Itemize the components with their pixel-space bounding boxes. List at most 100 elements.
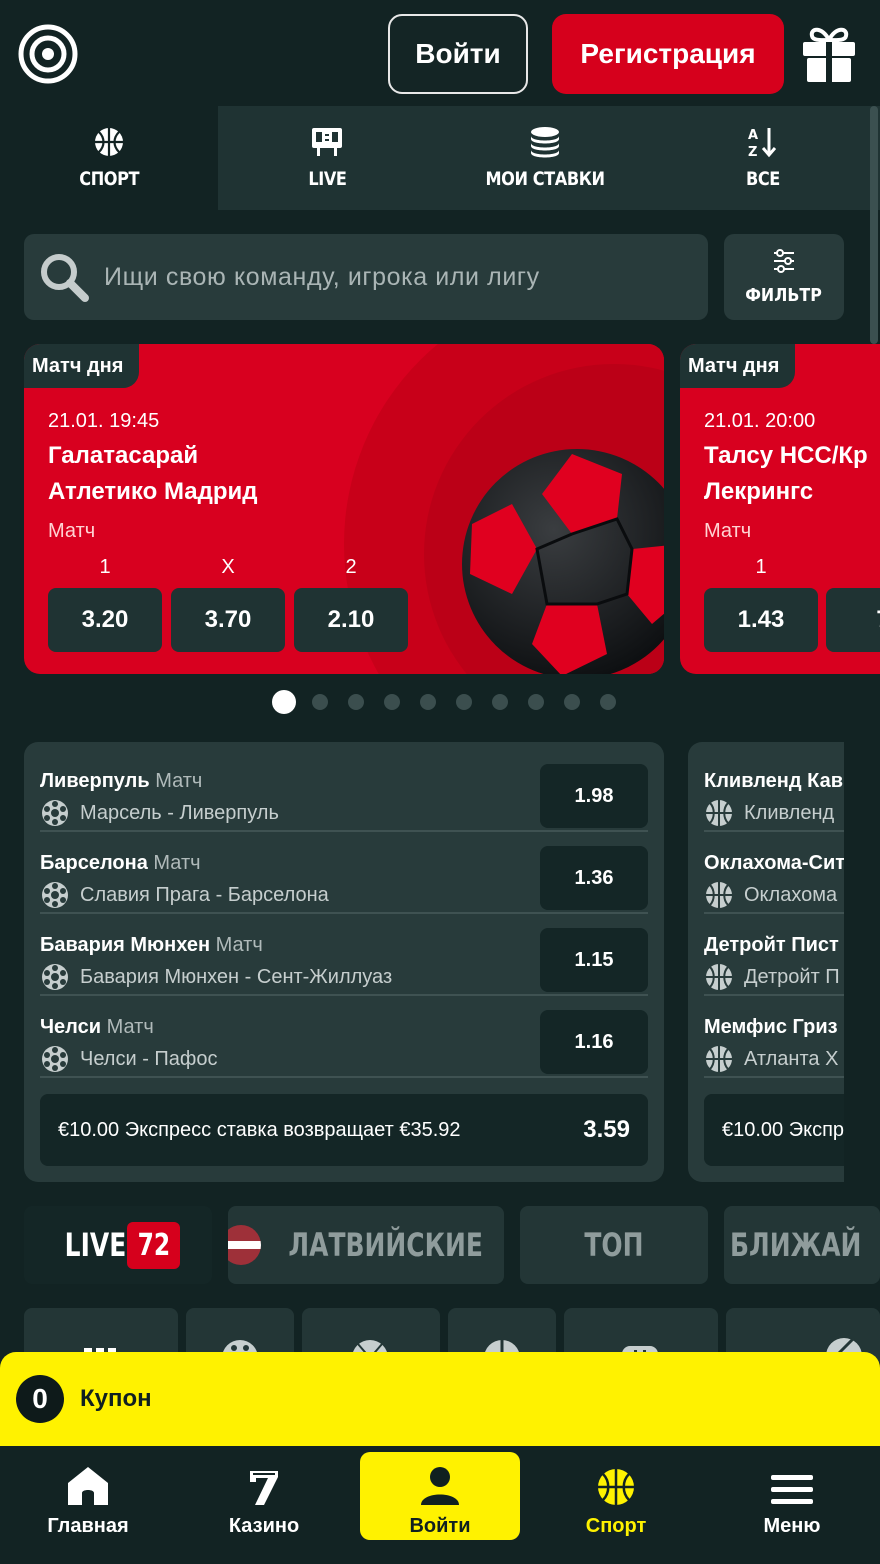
selection-title: Детройт Пист — [704, 934, 839, 956]
selection-title: Ливерпуль Матч — [40, 770, 203, 792]
tab-live[interactable]: LIVE — [218, 106, 436, 210]
carousel-dot[interactable] — [312, 694, 328, 710]
odd-button[interactable]: 1.16 — [540, 1010, 648, 1074]
event-name: Оклахома — [704, 880, 837, 910]
match-of-day-card[interactable]: Матч дня 21.01. 20:00 Талсу НСС/Кр Лекри… — [680, 344, 880, 674]
nav-menu[interactable]: Меню — [712, 1446, 872, 1540]
event-name: Бавария Мюнхен - Сент-Жиллуаз — [40, 962, 392, 992]
live-count-badge: 72 — [126, 1221, 181, 1269]
outcome-label: 2 — [345, 556, 357, 578]
outcome-label: X — [221, 556, 235, 578]
selection-title: Челси Матч — [40, 1016, 154, 1038]
tab-label: LIVE — [307, 168, 347, 190]
football-icon — [42, 882, 68, 908]
basketball-icon — [95, 128, 123, 156]
sort-az-icon: A Z — [748, 128, 777, 158]
parlay-card[interactable]: Ливерпуль Матч Марсель - Ливерпуль 1.98 … — [24, 742, 664, 1182]
tab-my-bets[interactable]: МОИ СТАВКИ — [436, 106, 654, 210]
nav-home[interactable]: Главная — [8, 1446, 168, 1540]
carousel-dot[interactable] — [456, 694, 472, 710]
search-bar[interactable] — [24, 234, 708, 320]
latvia-flag-icon — [228, 1225, 262, 1265]
odd-button[interactable]: 3.20 — [48, 588, 162, 652]
search-icon — [41, 254, 89, 302]
carousel-dot[interactable] — [528, 694, 544, 710]
nav-sport[interactable]: Спорт — [536, 1446, 696, 1540]
svg-text:Z: Z — [748, 145, 757, 158]
parlay-return-text: €10.00 Экспресс ставка возвращает €35.92 — [58, 1118, 461, 1141]
nav-label: Меню — [763, 1515, 821, 1537]
filter-button[interactable]: ФИЛЬТР — [724, 234, 844, 320]
odd-button[interactable]: 1.15 — [540, 928, 648, 992]
tab-all[interactable]: A Z ВСЕ — [654, 106, 872, 210]
parlay-return-text: €10.00 Экспр — [722, 1118, 844, 1141]
event-name: Марсель - Ливерпуль — [40, 798, 279, 828]
selection-title: Оклахома-Сит — [704, 852, 844, 874]
carousel-dot[interactable] — [420, 694, 436, 710]
match-of-day-badge: Матч дня — [680, 344, 796, 388]
parlay-card[interactable]: Кливленд Кав Кливленд Оклахома-Сит Оклах… — [688, 742, 844, 1182]
basketball-icon — [706, 1046, 732, 1072]
carousel-dot[interactable] — [384, 694, 400, 710]
nav-casino[interactable]: Казино — [184, 1446, 344, 1540]
bottom-nav: Главная Казино Войти Спорт Меню — [0, 1446, 880, 1564]
match-of-day-card[interactable]: Матч дня 21.01. 19:45 Галатасарай Атлети… — [24, 344, 664, 674]
chip-top-label: ТОП — [584, 1226, 644, 1264]
chip-nearest[interactable]: БЛИЖАЙ — [724, 1206, 880, 1284]
carousel-dot[interactable] — [272, 690, 296, 714]
event-name: Славия Прага - Барселона — [40, 880, 329, 910]
gift-icon[interactable] — [800, 24, 858, 84]
market-label: Матч — [48, 520, 96, 542]
login-button[interactable]: Войти — [388, 14, 528, 94]
nav-label: Войти — [409, 1515, 471, 1537]
carousel-dot[interactable] — [348, 694, 364, 710]
event-name: Кливленд — [704, 798, 834, 828]
selection-title: Мемфис Гриз — [704, 1016, 838, 1038]
tab-sport[interactable]: СПОРТ — [0, 106, 218, 210]
filter-label: ФИЛЬТР — [745, 284, 823, 306]
football-icon — [42, 800, 68, 826]
match-date: 21.01. 20:00 — [704, 410, 816, 432]
logo-icon[interactable] — [18, 24, 78, 84]
carousel-dot[interactable] — [600, 694, 616, 710]
odd-button[interactable]: 1.43 — [704, 588, 818, 652]
nav-login[interactable]: Войти — [360, 1452, 520, 1540]
chip-latvian[interactable]: ЛАТВИЙСКИЕ — [228, 1206, 504, 1284]
coin-stack-icon — [531, 127, 559, 158]
basketball-icon — [598, 1469, 634, 1505]
menu-icon — [771, 1475, 813, 1504]
chip-live-label: LIVE — [64, 1226, 126, 1264]
parlay-row: Детройт Пист Детройт П — [704, 914, 844, 996]
odd-button[interactable]: 2.10 — [294, 588, 408, 652]
top-tabs: СПОРТ LIVE МОИ СТАВКИ A Z ВСЕ — [0, 106, 880, 210]
team-away: Атлетико Мадрид — [48, 478, 258, 505]
odd-button[interactable]: 1.36 — [540, 846, 648, 910]
nav-label: Спорт — [585, 1515, 647, 1537]
chip-top[interactable]: ТОП — [520, 1206, 708, 1284]
header: Войти Регистрация — [0, 0, 880, 106]
selection-title: Бавария Мюнхен Матч — [40, 934, 263, 956]
event-name: Атланта Х — [704, 1044, 838, 1074]
odd-button[interactable]: 1.98 — [540, 764, 648, 828]
coupon-bar[interactable]: 0 Купон — [0, 1352, 880, 1446]
football-icon — [42, 1046, 68, 1072]
market-label: Матч — [704, 520, 752, 542]
register-button[interactable]: Регистрация — [552, 14, 784, 94]
scoreboard-icon — [312, 128, 342, 156]
carousel-dot[interactable] — [564, 694, 580, 710]
carousel-dot[interactable] — [492, 694, 508, 710]
odd-button[interactable]: 7 — [826, 588, 880, 652]
parlay-row: Барселона Матч Славия Прага - Барселона … — [40, 832, 648, 914]
parlay-summary[interactable]: €10.00 Экспресс ставка возвращает €35.92… — [40, 1094, 648, 1166]
odd-button[interactable]: 3.70 — [171, 588, 285, 652]
match-date: 21.01. 19:45 — [48, 410, 160, 432]
parlay-row: Ливерпуль Матч Марсель - Ливерпуль 1.98 — [40, 750, 648, 832]
scrollbar-thumb[interactable] — [870, 106, 878, 344]
selection-title: Барселона Матч — [40, 852, 201, 874]
coupon-count-badge: 0 — [16, 1375, 64, 1423]
chip-live[interactable]: LIVE 72 — [24, 1206, 212, 1284]
svg-text:A: A — [748, 128, 758, 143]
parlay-summary[interactable]: €10.00 Экспр — [704, 1094, 844, 1166]
search-input[interactable] — [104, 262, 684, 292]
parlay-row: Челси Матч Челси - Пафос 1.16 — [40, 996, 648, 1078]
